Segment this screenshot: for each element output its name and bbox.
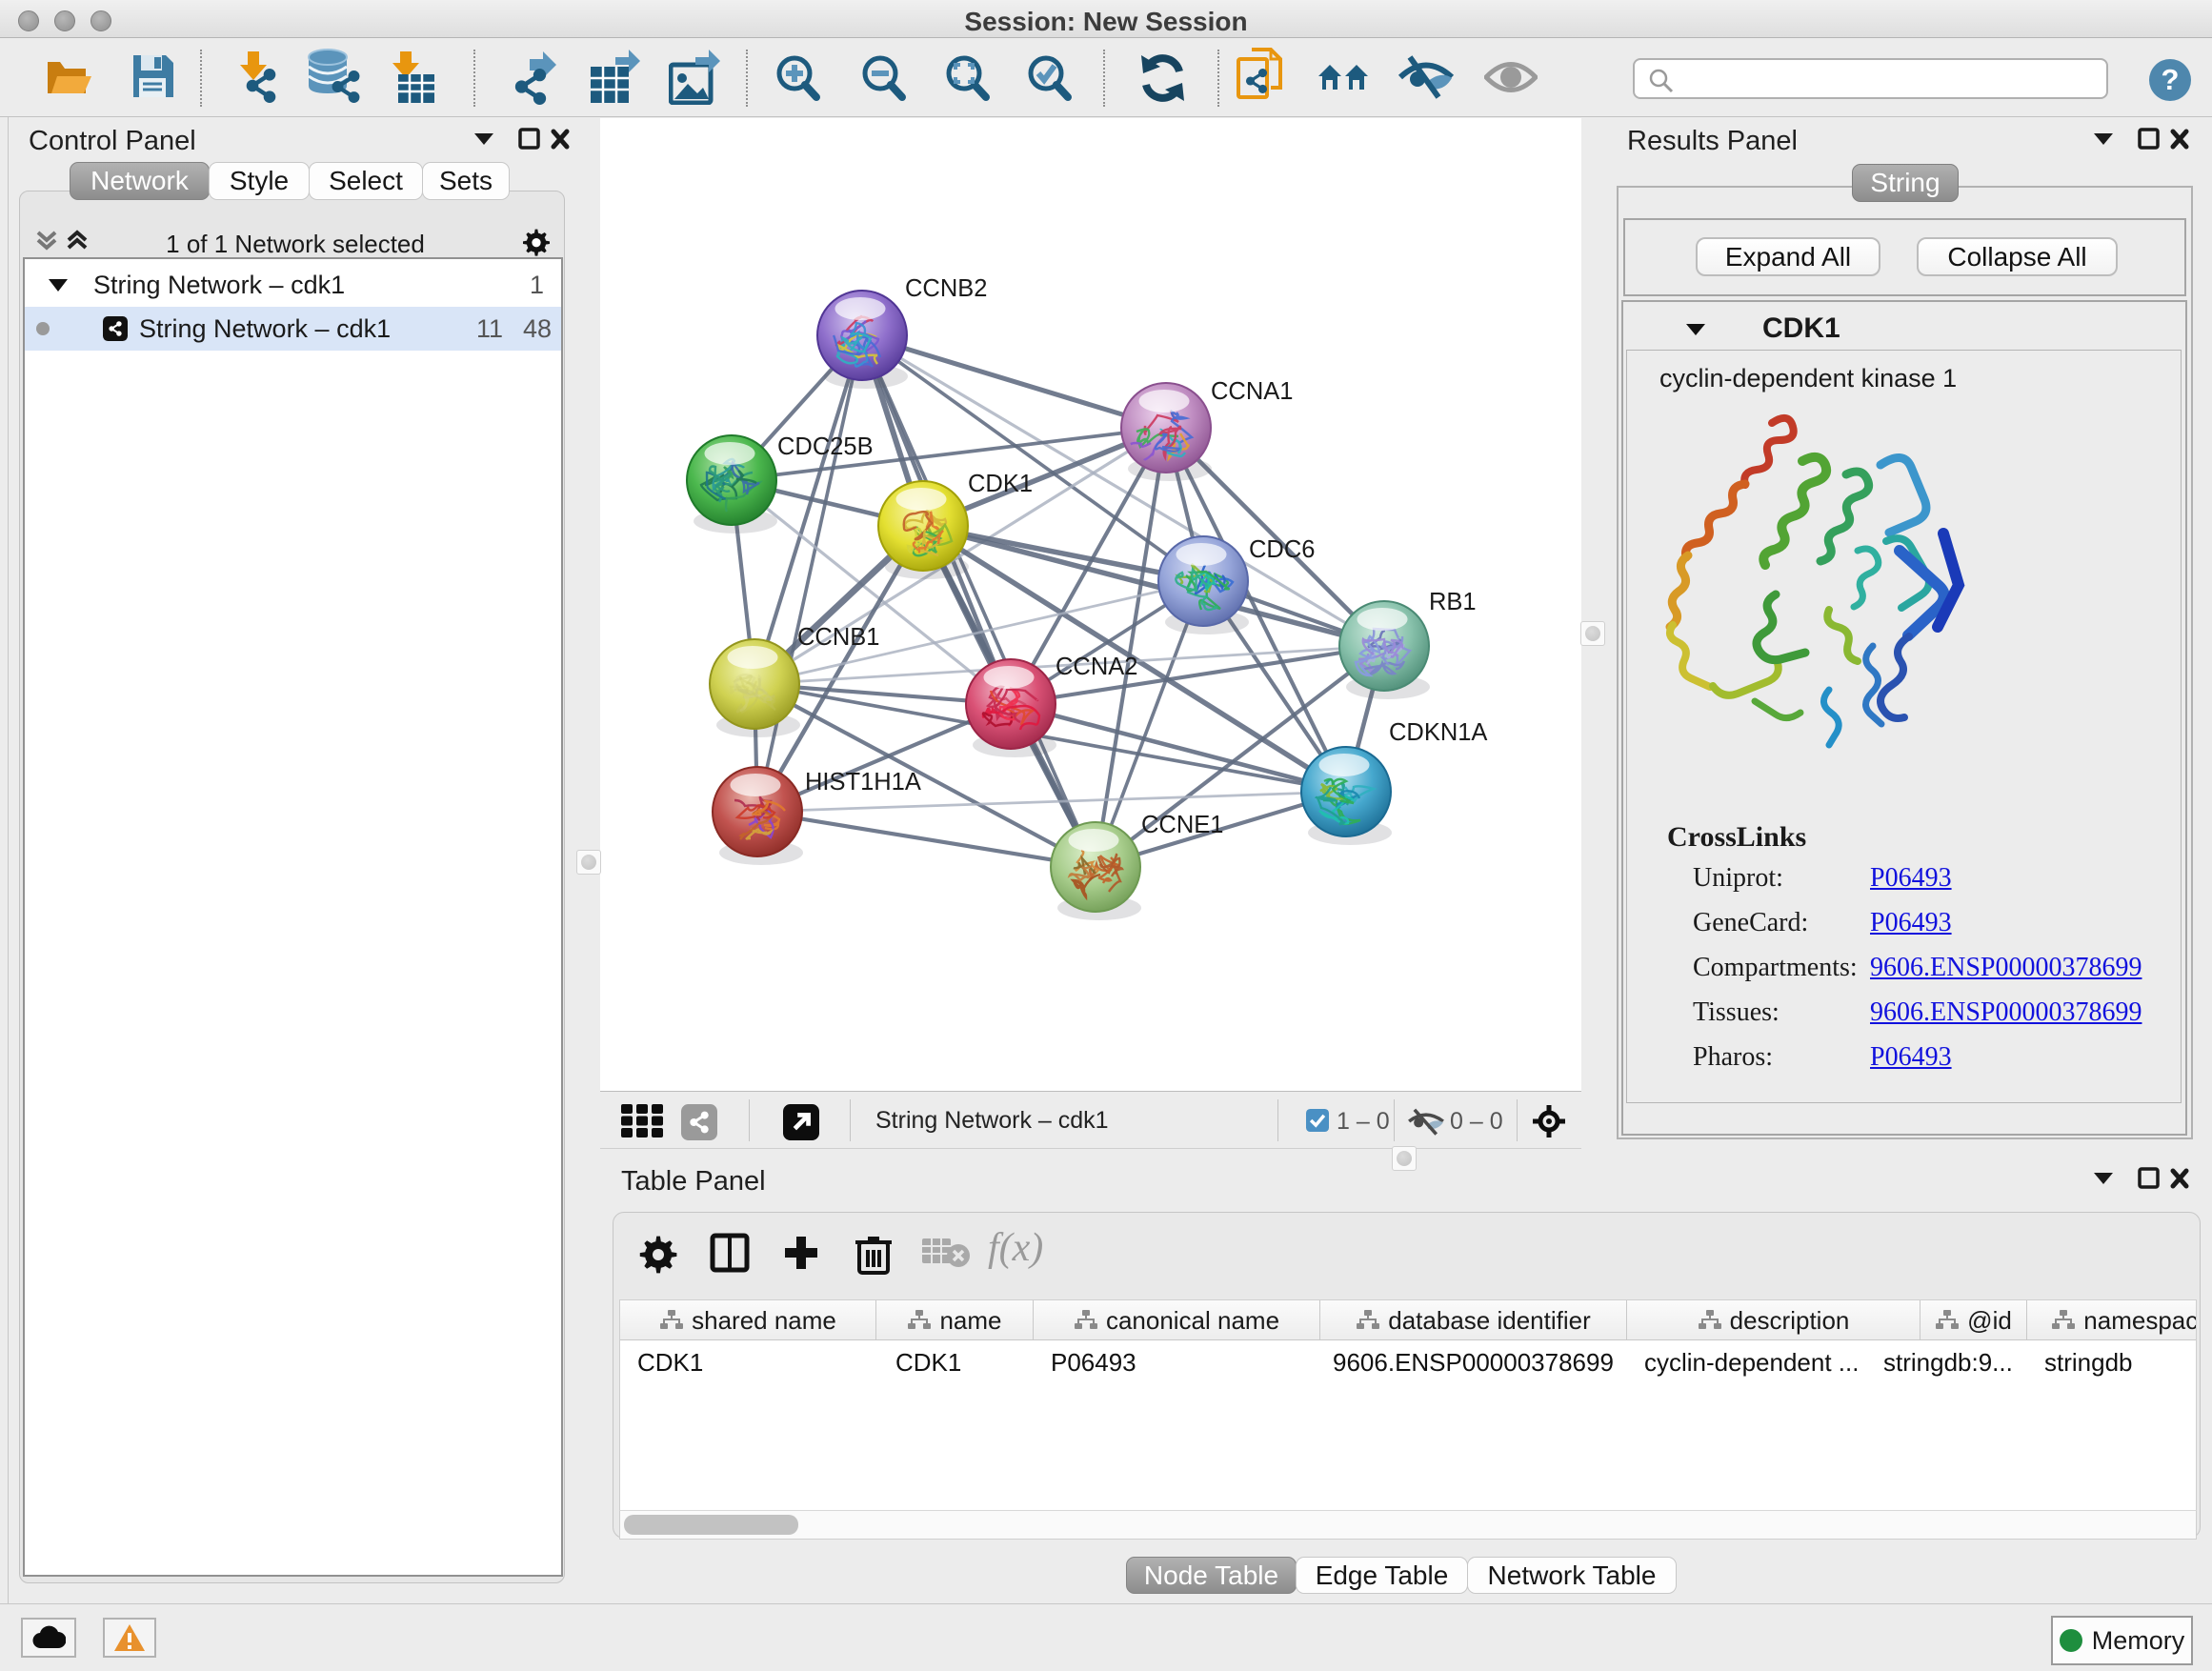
svg-text:CCNB1: CCNB1 xyxy=(797,624,879,651)
svg-text:CDC25B: CDC25B xyxy=(777,433,874,460)
svg-text:CDKN1A: CDKN1A xyxy=(1389,719,1487,746)
svg-text:HIST1H1A: HIST1H1A xyxy=(805,769,921,795)
svg-text:CDC6: CDC6 xyxy=(1249,536,1315,563)
svg-text:CCNE1: CCNE1 xyxy=(1141,812,1223,838)
svg-text:CDK1: CDK1 xyxy=(968,471,1033,497)
svg-text:RB1: RB1 xyxy=(1429,589,1477,615)
svg-text:CCNA1: CCNA1 xyxy=(1211,378,1293,405)
svg-text:CCNB2: CCNB2 xyxy=(905,275,987,302)
svg-text:CCNA2: CCNA2 xyxy=(1056,654,1137,680)
